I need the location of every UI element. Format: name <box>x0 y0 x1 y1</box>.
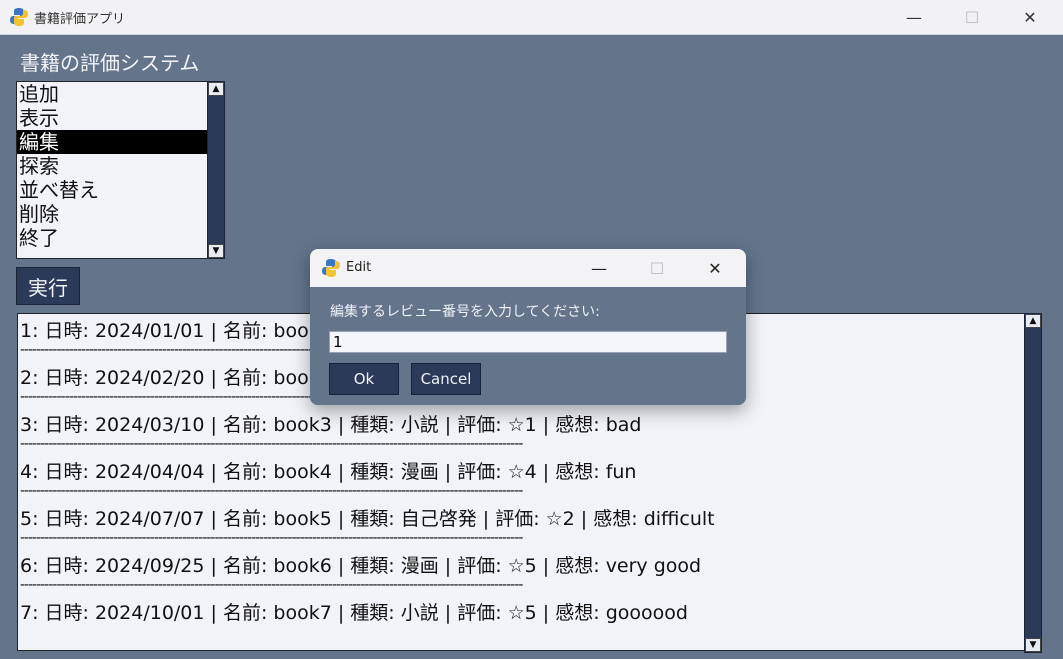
menu-item-add[interactable]: 追加 <box>17 82 209 106</box>
scroll-down-arrow-icon[interactable]: ▼ <box>208 244 224 258</box>
python-app-icon <box>10 8 28 26</box>
maximize-icon: ☐ <box>964 7 980 27</box>
close-button[interactable]: ✕ <box>1007 0 1053 34</box>
scroll-up-arrow-icon[interactable]: ▲ <box>208 82 224 96</box>
record-separator: ----------------------------------------… <box>20 577 523 593</box>
record-text: 7: 日時: 2024/10/01 | 名前: book7 | 種類: 小説 |… <box>20 602 688 624</box>
record-row: 4: 日時: 2024/04/04 | 名前: book4 | 種類: 漫画 |… <box>18 455 1024 502</box>
dialog-titlebar: Edit — ☐ ✕ <box>310 249 746 287</box>
record-separator: ----------------------------------------… <box>20 436 523 452</box>
dialog-minimize-button[interactable]: — <box>576 249 622 287</box>
record-text: 4: 日時: 2024/04/04 | 名前: book4 | 種類: 漫画 |… <box>20 461 637 483</box>
minimize-icon: — <box>906 7 922 27</box>
execute-button[interactable]: 実行 <box>16 267 80 305</box>
window-title: 書籍評価アプリ <box>34 12 126 27</box>
edit-dialog: Edit — ☐ ✕ 編集するレビュー番号を入力してください: 1 Ok Can… <box>310 249 746 405</box>
record-text: 6: 日時: 2024/09/25 | 名前: book6 | 種類: 漫画 |… <box>20 555 702 577</box>
menu-scrollbar[interactable]: ▲ ▼ <box>207 81 225 259</box>
dialog-close-button[interactable]: ✕ <box>692 249 738 287</box>
page-title: 書籍の評価システム <box>20 51 200 75</box>
dialog-title: Edit <box>346 260 372 275</box>
record-separator: ----------------------------------------… <box>20 483 523 499</box>
dialog-maximize-button[interactable]: ☐ <box>634 249 680 287</box>
menu-item-search[interactable]: 探索 <box>17 154 209 178</box>
ok-button[interactable]: Ok <box>329 363 399 395</box>
dialog-body: 編集するレビュー番号を入力してください: 1 Ok Cancel <box>310 287 746 405</box>
menu-item-show[interactable]: 表示 <box>17 106 209 130</box>
record-separator: ----------------------------------------… <box>20 530 523 546</box>
dialog-prompt: 編集するレビュー番号を入力してください: <box>330 304 600 320</box>
menu-item-sort[interactable]: 並べ替え <box>17 178 209 202</box>
scroll-down-arrow-icon[interactable]: ▼ <box>1025 638 1041 652</box>
records-scrollbar[interactable]: ▲ ▼ <box>1024 313 1042 653</box>
record-row: 3: 日時: 2024/03/10 | 名前: book3 | 種類: 小説 |… <box>18 408 1024 455</box>
record-row: 7: 日時: 2024/10/01 | 名前: book7 | 種類: 小説 |… <box>18 596 1024 643</box>
menu-item-exit[interactable]: 終了 <box>17 226 209 250</box>
maximize-icon: ☐ <box>649 258 665 278</box>
menu-item-delete[interactable]: 削除 <box>17 202 209 226</box>
menu-listbox[interactable]: 追加 表示 編集 探索 並べ替え 削除 終了 <box>16 81 210 259</box>
review-number-input[interactable]: 1 <box>329 331 727 353</box>
record-text: 5: 日時: 2024/07/07 | 名前: book5 | 種類: 自己啓発… <box>20 508 715 530</box>
minimize-button[interactable]: — <box>891 0 937 34</box>
cancel-button[interactable]: Cancel <box>411 363 481 395</box>
record-row: 5: 日時: 2024/07/07 | 名前: book5 | 種類: 自己啓発… <box>18 502 1024 549</box>
record-row: 6: 日時: 2024/09/25 | 名前: book6 | 種類: 漫画 |… <box>18 549 1024 596</box>
close-icon: ✕ <box>708 258 722 278</box>
window-titlebar: 書籍評価アプリ — ☐ ✕ <box>0 0 1063 35</box>
python-app-icon <box>322 259 340 277</box>
close-icon: ✕ <box>1023 7 1037 27</box>
record-text: 3: 日時: 2024/03/10 | 名前: book3 | 種類: 小説 |… <box>20 414 642 436</box>
scroll-up-arrow-icon[interactable]: ▲ <box>1025 314 1041 328</box>
maximize-button[interactable]: ☐ <box>949 0 995 34</box>
minimize-icon: — <box>591 258 607 278</box>
menu-item-edit[interactable]: 編集 <box>17 130 209 154</box>
